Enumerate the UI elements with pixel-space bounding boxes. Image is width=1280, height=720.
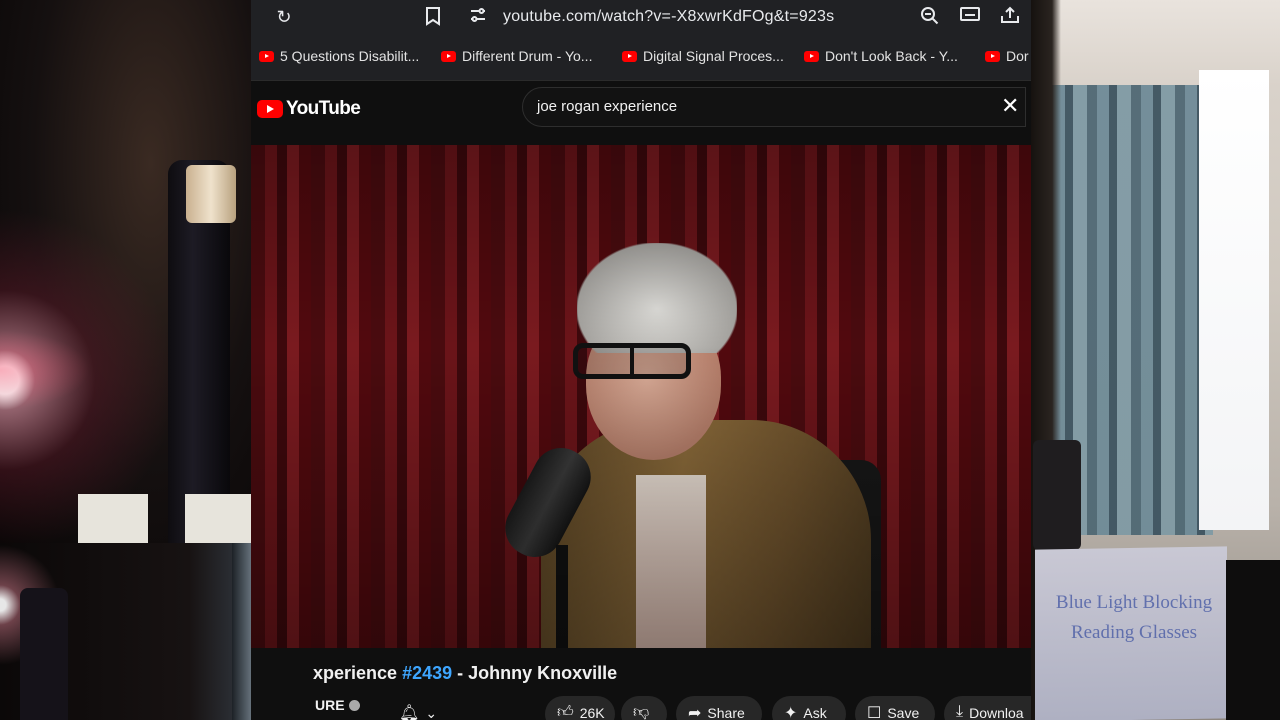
video-shade bbox=[251, 145, 1031, 648]
youtube-play-icon bbox=[257, 100, 283, 118]
video-player[interactable] bbox=[251, 145, 1031, 648]
bookmark-icon[interactable] bbox=[422, 6, 444, 28]
download-button[interactable]: ⤓ Downloa bbox=[944, 696, 1031, 720]
youtube-favicon-icon bbox=[441, 51, 456, 62]
channel-name[interactable]: URE bbox=[315, 697, 360, 713]
bookmark-label: Different Drum - Yo... bbox=[462, 48, 593, 64]
cork bbox=[186, 165, 236, 223]
thumbs-down-icon: 👎︎ bbox=[633, 704, 650, 720]
clear-search-icon[interactable]: ✕ bbox=[1001, 95, 1019, 117]
bag bbox=[1226, 560, 1280, 720]
youtube-favicon-icon bbox=[259, 51, 274, 62]
youtube-favicon-icon bbox=[622, 51, 637, 62]
download-icon: ⤓ bbox=[956, 703, 964, 720]
youtube-favicon-icon bbox=[804, 51, 819, 62]
bookmark-item[interactable]: Dor bbox=[985, 48, 1029, 64]
youtube-favicon-icon bbox=[985, 51, 1000, 62]
episode-hashtag[interactable]: #2439 bbox=[402, 663, 452, 683]
chevron-down-icon: ⌄ bbox=[425, 705, 438, 720]
bottle-label bbox=[185, 494, 251, 543]
verified-icon bbox=[348, 700, 360, 711]
search-input[interactable]: joe rogan experience ✕ bbox=[522, 87, 1026, 127]
product-box-text: Blue Light Blocking Reading Glasses bbox=[1039, 588, 1229, 648]
light-flare bbox=[0, 330, 90, 410]
box-text-line: Blue Light Blocking bbox=[1055, 592, 1213, 613]
bookmark-item[interactable]: Digital Signal Proces... bbox=[622, 48, 784, 64]
bookmark-save-icon: ☐ bbox=[867, 705, 882, 720]
youtube-logo[interactable]: YouTube bbox=[257, 98, 361, 120]
save-label: Save bbox=[887, 705, 920, 720]
refresh-icon[interactable]: ↻ bbox=[273, 6, 295, 28]
wine-bottle bbox=[20, 588, 68, 720]
site-settings-icon[interactable] bbox=[467, 6, 489, 28]
share-label: Share bbox=[707, 705, 745, 720]
search-query: joe rogan experience bbox=[537, 98, 678, 115]
chair bbox=[1033, 440, 1081, 550]
title-suffix: - Johnny Knoxville bbox=[452, 663, 618, 683]
share-arrow-icon: ➦ bbox=[688, 705, 702, 720]
bookmark-label: Digital Signal Proces... bbox=[643, 48, 784, 64]
address-bar[interactable]: youtube.com/watch?v=-X8xwrKdFOg&t=923s bbox=[503, 8, 834, 26]
download-label: Downloa bbox=[969, 705, 1024, 720]
bookmarks-bar: 5 Questions Disabilit... Different Drum … bbox=[251, 36, 1031, 81]
logo-text: YouTube bbox=[286, 98, 361, 119]
like-count: 26K bbox=[579, 705, 605, 720]
browser-toolbar: ↻ youtube.com/watch?v=-X8xwrKdFOg&t=923s bbox=[251, 0, 1031, 36]
bookmark-item[interactable]: Don't Look Back - Y... bbox=[804, 48, 958, 64]
bookmark-label: Dor bbox=[1006, 48, 1029, 64]
webcam-left-view bbox=[0, 0, 251, 543]
sparkle-icon: ✦ bbox=[784, 705, 798, 720]
bottle-label bbox=[78, 494, 148, 543]
youtube-header: YouTube joe rogan experience ✕ bbox=[251, 81, 1031, 145]
video-title: xperience #2439 - Johnny Knoxville bbox=[313, 663, 617, 684]
box-text-line: Reading Glasses bbox=[1070, 622, 1198, 643]
dislike-button[interactable]: 👎︎ bbox=[621, 696, 667, 720]
share-icon[interactable] bbox=[999, 6, 1021, 28]
share-button[interactable]: ➦ Share bbox=[676, 696, 762, 720]
channel-label: URE bbox=[315, 697, 345, 713]
thumbs-up-icon: 👍︎ bbox=[557, 704, 574, 720]
bookmark-label: 5 Questions Disabilit... bbox=[280, 48, 420, 64]
phone-screen: ↻ youtube.com/watch?v=-X8xwrKdFOg&t=923s… bbox=[251, 0, 1031, 720]
webcam-right-view: Blue Light Blocking Reading Glasses bbox=[1031, 0, 1280, 720]
zoom-icon[interactable] bbox=[919, 6, 941, 28]
title-prefix: xperience bbox=[313, 663, 403, 683]
video-actions-row: URE 🔔︎ ⌄ 👍︎ 26K 👎︎ ➦ Share ✦ Ask ☐ Save ⤓ Down… bbox=[251, 692, 1031, 720]
notifications-button[interactable]: 🔔︎ ⌄ bbox=[387, 696, 443, 720]
bookmark-item[interactable]: 5 Questions Disabilit... bbox=[259, 48, 419, 64]
cast-icon[interactable] bbox=[959, 6, 981, 28]
bookmark-label: Don't Look Back - Y... bbox=[825, 48, 958, 64]
bookmark-item[interactable]: Different Drum - Yo... bbox=[441, 48, 592, 64]
window bbox=[1199, 70, 1269, 530]
like-button[interactable]: 👍︎ 26K bbox=[545, 696, 615, 720]
save-button[interactable]: ☐ Save bbox=[855, 696, 935, 720]
ask-button[interactable]: ✦ Ask bbox=[772, 696, 846, 720]
ask-label: Ask bbox=[803, 705, 827, 720]
bell-icon: 🔔︎ bbox=[399, 705, 420, 720]
